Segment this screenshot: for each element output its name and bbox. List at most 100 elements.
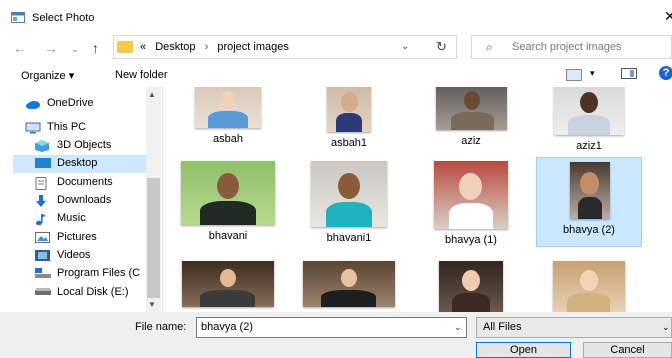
address-dropdown-icon[interactable]: ⌄	[401, 41, 409, 52]
sidebar-item-label: Program Files (C	[57, 267, 141, 279]
sidebar-item[interactable]: Music	[13, 210, 147, 228]
photo-body	[567, 293, 610, 312]
file-name-value[interactable]: bhavya (2)	[201, 321, 253, 333]
photo-face	[341, 92, 358, 112]
photo-face	[463, 91, 480, 110]
photo-face	[459, 173, 482, 200]
address-bar[interactable]: « Desktop › project images ⌄ ↻	[113, 35, 457, 59]
open-button[interactable]: Open	[476, 342, 571, 358]
title-bar	[0, 0, 672, 34]
file-tile[interactable]: bhavani	[175, 157, 281, 247]
file-name-label: File name:	[135, 321, 187, 333]
up-arrow-icon[interactable]: ↑	[92, 40, 99, 56]
file-name-caption: bhavya (2)	[563, 224, 615, 236]
photo-thumbnail	[436, 87, 507, 130]
photo-thumbnail	[181, 161, 275, 225]
music-icon	[35, 213, 50, 226]
sidebar-item[interactable]: 3D Objects	[13, 137, 147, 155]
new-folder-button[interactable]: New folder	[115, 69, 168, 81]
sidebar-item[interactable]: Videos	[13, 247, 147, 265]
photo-thumbnail	[327, 87, 371, 132]
sidebar-item[interactable]: Local Disk (E:)	[13, 284, 147, 302]
file-list[interactable]: asbah asbah1 aziz aziz1 bhavani bhavani1 bhavy…	[163, 87, 672, 312]
photo-body	[200, 201, 256, 225]
file-tile[interactable]: bhavani1	[296, 157, 402, 247]
photo-body	[452, 293, 490, 312]
file-tile[interactable]	[296, 257, 402, 312]
scroll-down-icon[interactable]: ▼	[148, 300, 156, 309]
search-placeholder: Search project images	[512, 41, 622, 53]
navigation-pane: OneDrive This PC 3D Objects Desktop Document…	[13, 87, 163, 312]
breadcrumb-separator: ›	[204, 41, 209, 53]
photo-thumbnail	[303, 261, 395, 307]
file-tile[interactable]: bhavya (2)	[536, 157, 642, 247]
photo-face	[580, 92, 598, 113]
photo-face	[580, 270, 598, 291]
file-type-value[interactable]: All Files	[483, 321, 522, 333]
photo-face	[580, 172, 599, 195]
photo-face	[338, 173, 360, 199]
file-name-caption: aziz1	[576, 140, 602, 152]
file-tile[interactable]	[175, 257, 281, 312]
breadcrumb-overflow[interactable]: «	[140, 41, 146, 53]
drive-icon	[35, 268, 51, 279]
photo-body	[568, 115, 610, 135]
sidebar-item-label: Documents	[57, 176, 113, 188]
scroll-up-icon[interactable]: ▲	[148, 90, 156, 99]
sidebar-item[interactable]: Downloads	[13, 192, 147, 210]
sidebar-item[interactable]: Desktop	[13, 155, 147, 173]
file-type-select[interactable]: All Files ⌄	[476, 317, 672, 338]
file-tile[interactable]: asbah1	[296, 87, 402, 153]
monitor-icon	[25, 122, 41, 134]
sidebar-item-label: Pictures	[57, 231, 97, 243]
cube-icon	[35, 140, 50, 152]
sidebar-item[interactable]: Pictures	[13, 229, 147, 247]
file-tile[interactable]: bhavya (1)	[418, 157, 524, 247]
navigation-scrollbar-thumb[interactable]	[147, 178, 160, 298]
photo-face	[217, 173, 239, 199]
breadcrumb-desktop[interactable]: Desktop	[155, 41, 195, 53]
app-window-icon	[11, 12, 25, 23]
sidebar-item[interactable]: OneDrive	[13, 95, 147, 113]
file-tile[interactable]	[536, 257, 642, 312]
window-title: Select Photo	[32, 12, 95, 24]
disk-icon	[35, 287, 51, 298]
preview-pane-icon[interactable]	[621, 68, 637, 79]
file-tile[interactable]: asbah	[175, 87, 281, 153]
help-icon[interactable]: ?	[659, 66, 672, 80]
photo-thumbnail	[195, 87, 261, 128]
view-options-dropdown-icon[interactable]: ▾	[590, 68, 595, 79]
cancel-button[interactable]: Cancel	[583, 342, 672, 358]
sidebar-item-label: Music	[57, 212, 86, 224]
forward-arrow-icon[interactable]: →	[44, 40, 58, 56]
change-view-icon[interactable]	[566, 69, 582, 81]
back-arrow-icon[interactable]: ←	[13, 40, 27, 56]
file-name-caption: asbah	[213, 133, 243, 145]
breadcrumb-project-images[interactable]: project images	[217, 41, 289, 53]
file-type-dropdown-icon[interactable]: ⌄	[662, 322, 670, 333]
file-tile[interactable]: aziz	[418, 87, 524, 153]
refresh-icon[interactable]: ↻	[436, 39, 447, 55]
photo-thumbnail	[554, 87, 624, 135]
file-name-caption: asbah1	[330, 137, 368, 149]
organize-menu[interactable]: Organize ▾	[21, 69, 74, 82]
breadcrumb[interactable]: « Desktop › project images	[140, 41, 289, 53]
file-name-input[interactable]: bhavya (2) ⌄	[196, 317, 467, 338]
sidebar-item-label: Downloads	[57, 194, 112, 206]
desktop-icon	[35, 158, 51, 169]
sidebar-item[interactable]: This PC	[13, 119, 147, 137]
search-box[interactable]: ⌕ Search project images	[471, 35, 672, 59]
file-tile[interactable]	[418, 257, 524, 312]
sidebar-item[interactable]: Program Files (C	[13, 265, 147, 283]
photo-face	[462, 270, 480, 291]
photo-thumbnail	[439, 261, 503, 312]
file-tile[interactable]: aziz1	[536, 87, 642, 153]
videos-icon	[35, 250, 50, 261]
photo-face	[220, 91, 235, 109]
close-icon[interactable]: ✕	[664, 8, 672, 25]
file-name-dropdown-icon[interactable]: ⌄	[454, 322, 462, 333]
sidebar-item[interactable]: Documents	[13, 174, 147, 192]
file-name-caption: bhavani	[208, 230, 248, 242]
recent-locations-chevron-icon[interactable]: ⌄	[71, 44, 79, 55]
sidebar-item-label: Desktop	[57, 157, 98, 169]
